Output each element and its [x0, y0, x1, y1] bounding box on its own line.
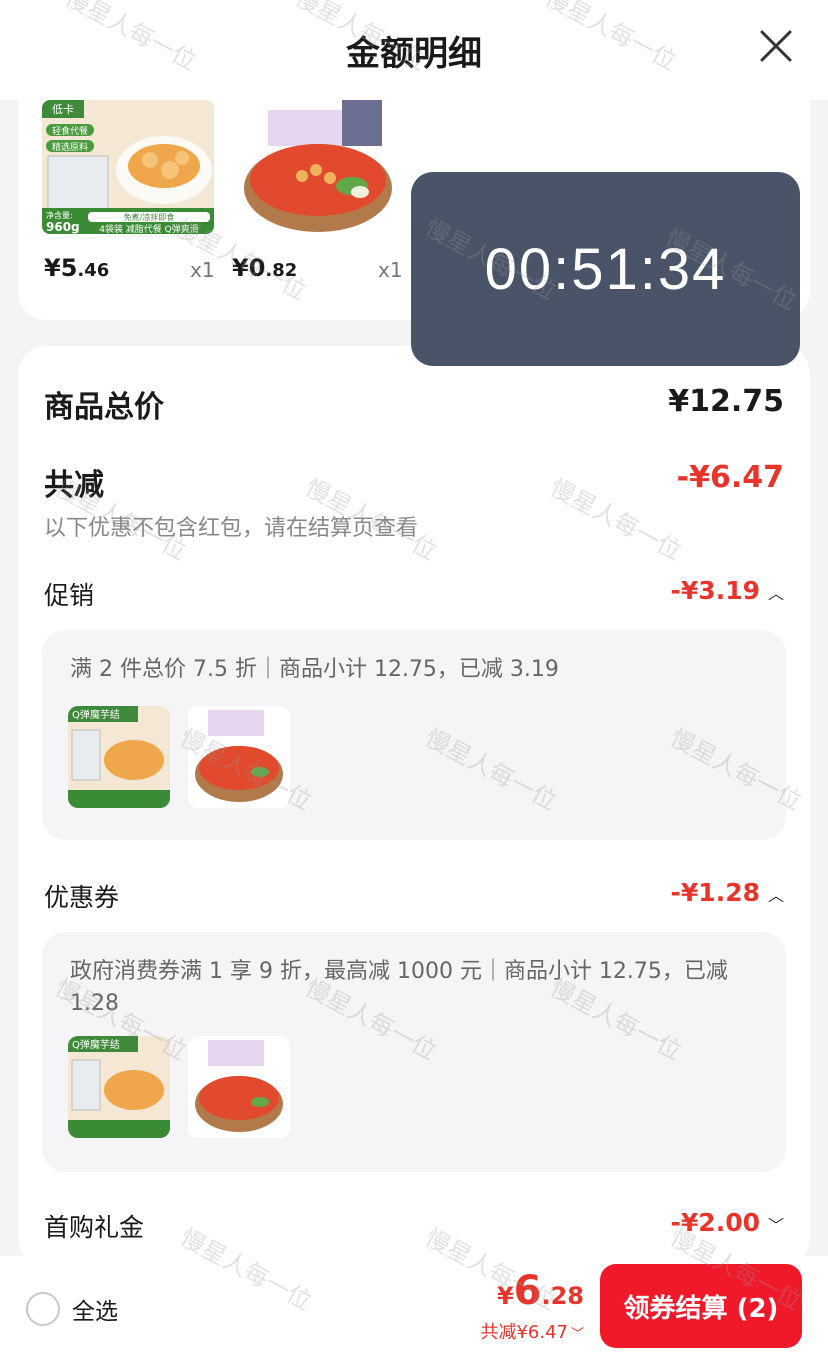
coupon-value: -¥1.28 [670, 878, 760, 907]
thumb-title-text: Q弹魔芋结 [72, 708, 120, 721]
product-price: ¥0.82 [232, 254, 298, 282]
chevron-up-icon: ︿ [767, 584, 784, 603]
product-quantity: x1 [378, 258, 403, 282]
floating-timer[interactable]: 00:51:34 [411, 172, 800, 366]
promo-thumb-noodle[interactable] [188, 706, 290, 808]
chevron-up-icon: ︿ [767, 886, 784, 905]
promo-desc: 满 2 件总价 7.5 折｜商品小计 12.75，已减 3.19 [70, 657, 559, 682]
thumb-title-text: Q弹魔芋结 [72, 1038, 120, 1051]
promo-value: -¥3.19 [670, 576, 760, 605]
checkout-bar: 全选 ¥6.28 共减¥6.47 ﹀ 领券结算 (2) [0, 1256, 828, 1366]
discount-note: 以下优惠不包含红包，请在结算页查看 [44, 516, 419, 541]
product-weight-text: 960g [46, 220, 80, 234]
product-image-konjac[interactable]: 低卡 轻食代餐 精选原料 净含量: 960g 免煮/凉拌即食 4袋装 减脂代餐 … [42, 100, 214, 234]
close-icon[interactable] [758, 28, 794, 64]
sheet-header: 金额明细 [0, 0, 828, 100]
product-net-text: 净含量: [46, 210, 73, 220]
total-price-value: ¥12.75 [668, 384, 784, 419]
first-gift-value: -¥2.00 [670, 1208, 760, 1237]
product-price: ¥5.46 [44, 254, 110, 282]
checkout-button[interactable]: 领券结算 (2) [600, 1264, 802, 1348]
product-quantity: x1 [190, 258, 215, 282]
radio-icon[interactable] [26, 1292, 60, 1326]
product-badge-text: 精选原料 [52, 141, 88, 153]
product-badge-text: 轻食代餐 [52, 125, 88, 137]
first-gift-toggle[interactable]: -¥2.00 ﹀ [671, 1208, 784, 1237]
amount-detail-sheet: 金额明细 低卡 轻食代餐 精选原料 净含量: 960g 免煮/凉拌即食 4袋装 … [0, 0, 828, 1366]
product-tag-text: 低卡 [52, 103, 74, 116]
coupon-thumb-konjac[interactable]: Q弹魔芋结 [68, 1036, 170, 1138]
promo-detail-box: 满 2 件总价 7.5 折｜商品小计 12.75，已减 3.19 Q弹魔芋结 [42, 630, 786, 840]
select-all-label[interactable]: 全选 [72, 1292, 118, 1326]
coupon-thumb-noodle[interactable] [188, 1036, 290, 1138]
product-banner-text: 4袋装 减脂代餐 Q弹爽滑 [99, 223, 199, 234]
coupon-detail-box: 政府消费券满 1 享 9 折，最高减 1000 元｜商品小计 12.75，已减 … [42, 932, 786, 1172]
first-gift-label: 首购礼金 [44, 1213, 145, 1242]
saved-total[interactable]: 共减¥6.47 ﹀ [480, 1318, 584, 1344]
total-discount-value: -¥6.47 [676, 460, 784, 495]
product-banner-text: 免煮/凉拌即食 [124, 212, 175, 222]
total-price-label: 商品总价 [44, 390, 164, 425]
sheet-title: 金额明细 [346, 34, 482, 74]
payable-total: ¥6.28 [496, 1268, 584, 1314]
promo-toggle[interactable]: -¥3.19 ︿ [671, 576, 784, 605]
coupon-label: 优惠券 [44, 883, 120, 912]
product-image-noodle[interactable] [232, 100, 404, 234]
promo-thumb-konjac[interactable]: Q弹魔芋结 [68, 706, 170, 808]
total-discount-label: 共减 [44, 468, 104, 503]
coupon-desc: 政府消费券满 1 享 9 折，最高减 1000 元｜商品小计 12.75，已减 … [70, 959, 728, 1016]
chevron-down-icon: ﹀ [767, 1216, 784, 1235]
coupon-toggle[interactable]: -¥1.28 ︿ [671, 878, 784, 907]
chevron-down-icon: ﹀ [570, 1327, 584, 1342]
promo-label: 促销 [44, 581, 95, 610]
